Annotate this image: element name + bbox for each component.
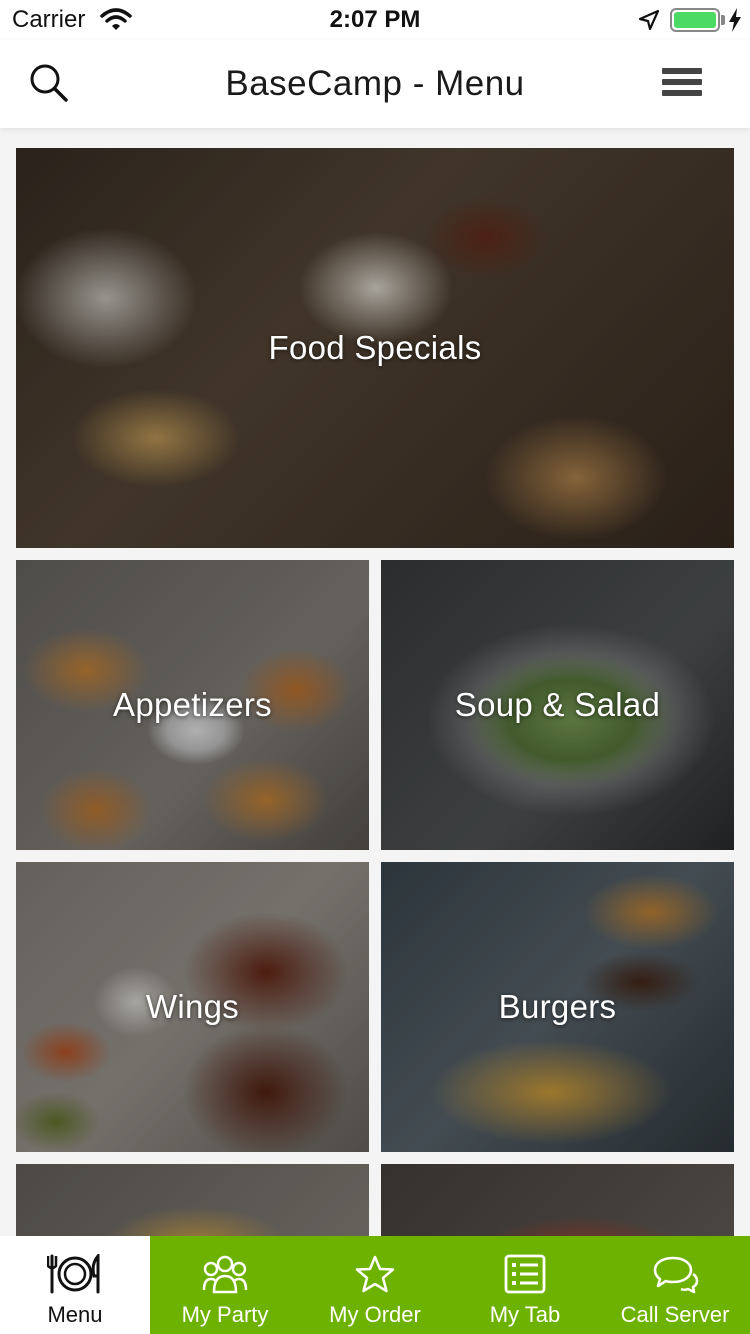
category-soup-salad[interactable]: Soup & Salad <box>381 560 734 850</box>
menu-category-grid: Food Specials Appetizers Soup & Salad Wi… <box>0 128 750 1236</box>
category-wings[interactable]: Wings <box>16 862 369 1152</box>
tab-label: My Order <box>329 1302 421 1327</box>
page-title: BaseCamp - Menu <box>225 64 525 103</box>
category-label: Soup & Salad <box>454 686 661 723</box>
chat-bubbles-icon <box>651 1236 699 1294</box>
tile-overlay <box>381 1164 734 1236</box>
navigation-bar: BaseCamp - Menu <box>0 40 750 128</box>
battery-tip <box>721 15 725 25</box>
tab-menu[interactable]: Menu <box>0 1236 150 1334</box>
tab-call-server[interactable]: Call Server <box>600 1236 750 1334</box>
tab-my-tab[interactable]: My Tab <box>450 1236 600 1334</box>
charging-bolt-icon <box>728 7 742 38</box>
hamburger-line <box>662 90 702 96</box>
tile-overlay <box>16 1164 369 1236</box>
category-tile-partial[interactable] <box>381 1164 734 1236</box>
hamburger-menu-icon <box>662 68 702 74</box>
plate-utensils-icon <box>47 1236 103 1294</box>
tab-my-party[interactable]: My Party <box>150 1236 300 1334</box>
hamburger-menu-button[interactable] <box>662 68 702 102</box>
tab-label: My Party <box>181 1302 269 1327</box>
status-bar: Carrier 2:07 PM <box>0 0 750 40</box>
battery-level <box>674 12 716 28</box>
battery-icon <box>670 8 720 32</box>
category-label: Food Specials <box>268 329 482 366</box>
category-label: Appetizers <box>113 686 272 723</box>
category-food-specials[interactable]: Food Specials <box>16 148 734 548</box>
tab-bar: Menu My Party My Order My Tab Call Serve… <box>0 1236 750 1334</box>
group-icon <box>202 1236 248 1294</box>
category-appetizers[interactable]: Appetizers <box>16 560 369 850</box>
category-tile-partial[interactable] <box>16 1164 369 1236</box>
tab-label: Call Server <box>620 1302 730 1327</box>
category-burgers[interactable]: Burgers <box>381 862 734 1152</box>
category-label: Burgers <box>498 988 617 1025</box>
hamburger-line <box>662 79 702 85</box>
tab-my-order[interactable]: My Order <box>300 1236 450 1334</box>
tab-label: My Tab <box>489 1302 561 1327</box>
tab-label: Menu <box>47 1302 103 1327</box>
location-arrow-icon <box>638 9 660 36</box>
list-icon <box>504 1236 546 1294</box>
category-label: Wings <box>145 988 240 1025</box>
star-icon <box>355 1236 395 1294</box>
